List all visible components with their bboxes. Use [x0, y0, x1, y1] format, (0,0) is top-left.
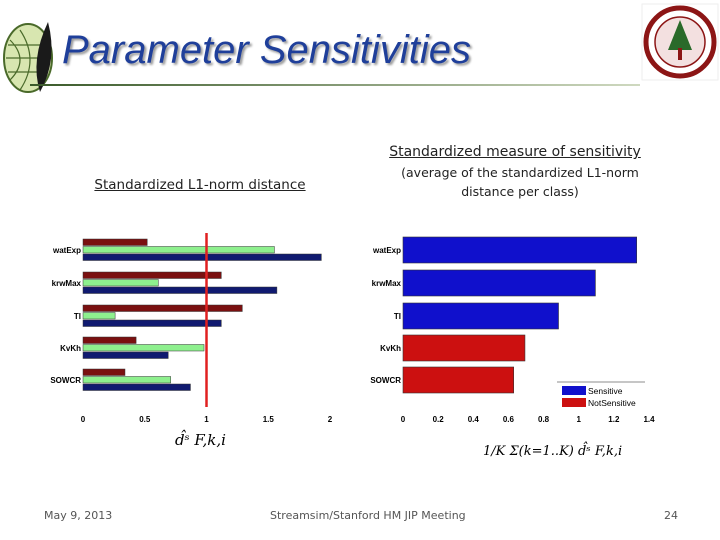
footer-date: May 9, 2013 [44, 509, 113, 522]
bar [82, 383, 191, 391]
bar [82, 286, 278, 294]
bar [82, 246, 275, 254]
footer-center: Streamsim/Stanford HM JIP Meeting [270, 509, 466, 522]
x-tick-label: 0.5 [139, 415, 151, 424]
x-tick-label: 1.5 [263, 415, 275, 424]
x-tick-label: 1.2 [608, 415, 620, 424]
bar [402, 366, 514, 394]
x-tick-label: 1 [204, 415, 209, 424]
y-tick-label: KvKh [380, 344, 401, 353]
x-axis-label: d̂ˢ F,k,i [175, 430, 226, 449]
y-tick-label: krwMax [372, 279, 402, 288]
x-tick-label: 2 [328, 415, 333, 424]
bar [82, 344, 205, 352]
y-tick-label: krwMax [52, 279, 82, 288]
y-tick-label: watExp [372, 246, 401, 255]
charts: watExp krwMax TI KvKh SOWCR 0 0.5 1 1.5 2 d̂ˢ F,k,… [50, 233, 655, 459]
x-tick-label: 1.4 [643, 415, 655, 424]
bar [82, 336, 137, 344]
legend-swatch [562, 386, 586, 395]
x-tick-label: 0.8 [538, 415, 550, 424]
y-tick-label: TI [394, 312, 401, 321]
bar [82, 253, 322, 261]
legend-label: NotSensitive [588, 398, 636, 408]
y-tick-label: KvKh [60, 344, 81, 353]
bar [82, 319, 222, 327]
y-tick-label: SOWCR [370, 376, 401, 385]
bar [402, 302, 559, 330]
bar [82, 304, 243, 312]
y-tick-label: SOWCR [50, 376, 81, 385]
legend-swatch [562, 398, 586, 407]
bar [82, 351, 169, 359]
x-axis-label: 1/K Σ(k=1..K) d̂ˢ F,k,i [483, 441, 622, 459]
bar [82, 312, 116, 320]
bar [82, 238, 148, 246]
x-tick-label: 0 [81, 415, 86, 424]
page-number: 24 [664, 509, 678, 522]
bar [402, 236, 637, 264]
y-tick-label: TI [74, 312, 81, 321]
bar [82, 279, 159, 287]
x-tick-label: 0.6 [503, 415, 515, 424]
x-tick-label: 1 [576, 415, 581, 424]
x-tick-label: 0.2 [433, 415, 445, 424]
legend-label: Sensitive [588, 386, 623, 396]
y-tick-label: watExp [52, 246, 81, 255]
bar [82, 271, 222, 279]
bar [82, 376, 171, 384]
x-tick-label: 0 [401, 415, 406, 424]
x-tick-label: 0.4 [468, 415, 480, 424]
bar [82, 368, 126, 376]
bar [402, 334, 526, 362]
bar [402, 269, 596, 297]
